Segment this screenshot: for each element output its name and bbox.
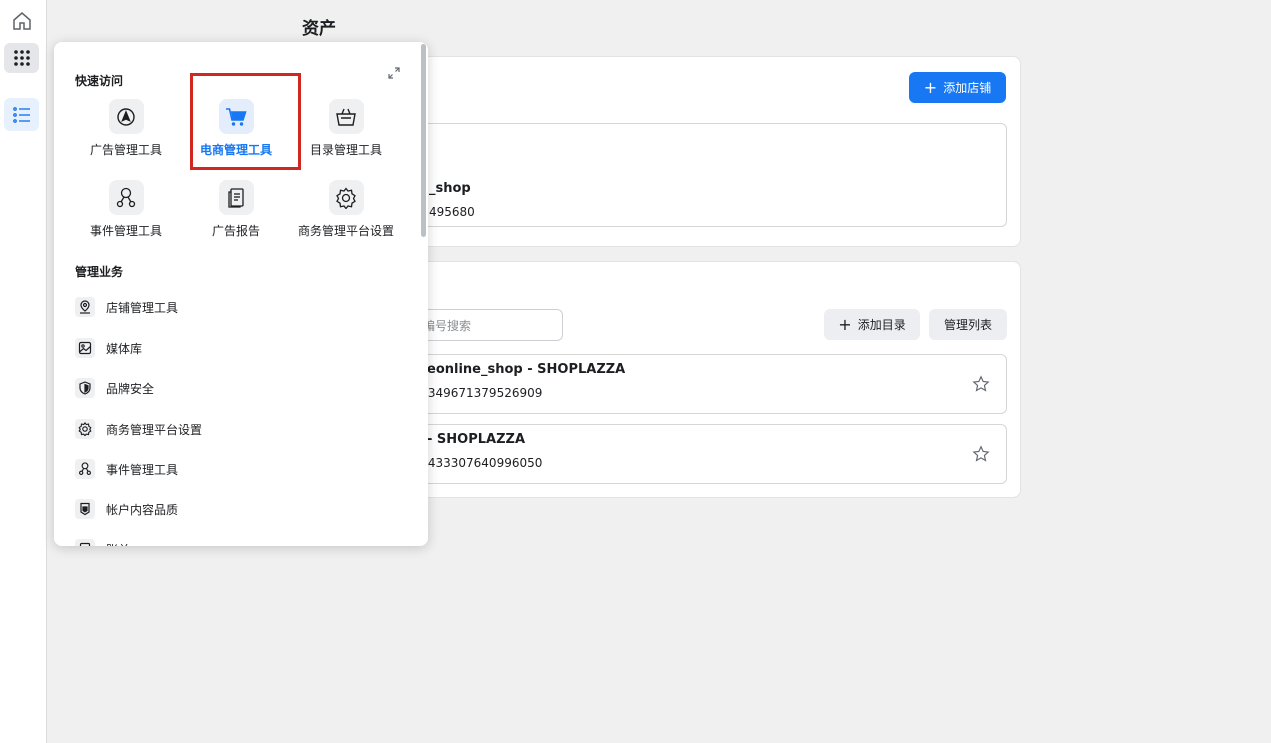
tool-ads-manager[interactable]: 广告管理工具 [71, 99, 181, 158]
menu-item-account-quality[interactable]: 帐户内容品质 [75, 497, 405, 521]
menu-item-label: 事件管理工具 [106, 462, 179, 477]
menu-item-label: 商务管理平台设置 [106, 422, 203, 437]
menu-item-label: 店铺管理工具 [106, 300, 179, 315]
menu-item-brand-safety[interactable]: 品牌安全 [75, 376, 405, 400]
tool-icon-box [108, 180, 144, 215]
menu-item-media-library[interactable]: 媒体库 [75, 336, 405, 360]
billing-icon [75, 539, 95, 546]
media-icon [75, 338, 95, 358]
events-icon [75, 459, 95, 479]
tool-label: 商务管理平台设置 [297, 224, 394, 238]
add-shop-button[interactable]: + 添加店铺 [909, 72, 1006, 103]
quick-access-title: 快速访问 [75, 74, 124, 88]
gear-icon [75, 419, 95, 439]
report-icon [228, 187, 244, 208]
tool-icon-box [328, 180, 364, 215]
list-icon [12, 106, 30, 123]
menu-item-label: 媒体库 [106, 341, 143, 356]
home-button[interactable] [4, 6, 39, 36]
tool-label: 广告报告 [211, 224, 260, 238]
tool-icon-box [218, 180, 254, 215]
menu-item-business-settings[interactable]: 商务管理平台设置 [75, 417, 405, 441]
shop-name: _shop [429, 181, 471, 196]
menu-item-billing[interactable]: 账单 [75, 537, 405, 546]
catalog-id: : 349671379526909 [420, 386, 543, 400]
manage-list-button[interactable]: 管理列表 [929, 309, 1007, 340]
menu-list-button[interactable] [4, 98, 39, 131]
events-icon [116, 187, 136, 207]
menu-item-events-manager[interactable]: 事件管理工具 [75, 457, 405, 481]
add-shop-label: 添加店铺 [943, 81, 992, 95]
all-tools-button[interactable] [4, 43, 39, 73]
star-icon[interactable] [972, 445, 990, 463]
tool-icon-box [328, 99, 364, 134]
manage-business-title: 管理业务 [75, 265, 124, 279]
menu-item-label: 品牌安全 [106, 381, 155, 396]
tool-events-manager[interactable]: 事件管理工具 [71, 180, 181, 239]
expand-icon[interactable] [387, 66, 401, 80]
star-icon[interactable] [972, 375, 990, 393]
tool-business-settings[interactable]: 商务管理平台设置 [291, 180, 401, 239]
tool-icon-box [108, 99, 144, 134]
menu-item-label: 帐户内容品质 [106, 502, 179, 517]
left-rail [0, 0, 47, 743]
shield-icon [75, 378, 95, 398]
plus-icon: + [923, 77, 938, 97]
location-icon [75, 297, 95, 317]
shop-id: 495680 [429, 205, 475, 219]
catalog-name: eonline_shop - SHOPLAZZA [427, 362, 626, 377]
search-placeholder: 编号搜索 [423, 318, 472, 333]
grid-icon [13, 50, 30, 66]
add-catalog-button[interactable]: + 添加目录 [824, 309, 920, 340]
shops-card: + 添加店铺 _shop 495680 [400, 56, 1021, 247]
navigation-icon [117, 107, 135, 126]
shop-item[interactable]: _shop 495680 [401, 123, 1007, 227]
manage-list-label: 管理列表 [943, 318, 992, 332]
catalog-row[interactable]: eonline_shop - SHOPLAZZA : 3496713795269… [401, 354, 1007, 414]
tool-label: 广告管理工具 [89, 143, 162, 157]
tool-label: 事件管理工具 [89, 224, 162, 238]
catalogs-card: 编号搜索 + 添加目录 管理列表 eonline_shop - SHOPLAZZ… [400, 261, 1021, 498]
menu-item-store-manager[interactable]: 店铺管理工具 [75, 295, 405, 319]
tool-catalog-manager[interactable]: 目录管理工具 [291, 99, 401, 158]
selection-highlight [190, 73, 301, 170]
catalog-name: - SHOPLAZZA [427, 432, 526, 447]
shopping-bag-icon [336, 108, 356, 126]
plus-icon: + [838, 314, 852, 334]
quality-icon [75, 499, 95, 519]
page-title: 资产 [302, 19, 336, 39]
catalog-row[interactable]: - SHOPLAZZA : 433307640996050 [401, 424, 1007, 484]
tool-label: 目录管理工具 [309, 143, 382, 157]
gear-icon [336, 186, 356, 209]
popup-scrollbar[interactable] [421, 44, 426, 237]
add-catalog-label: 添加目录 [857, 318, 906, 332]
menu-item-label: 账单 [106, 541, 130, 547]
catalog-id: : 433307640996050 [420, 456, 543, 470]
tool-ads-reporting[interactable]: 广告报告 [181, 180, 291, 239]
home-icon [12, 12, 31, 30]
all-tools-popup: 快速访问 广告管理工具 电商管理工具 目录管理工具 事件管理工具 广告报告 商务… [54, 42, 428, 546]
